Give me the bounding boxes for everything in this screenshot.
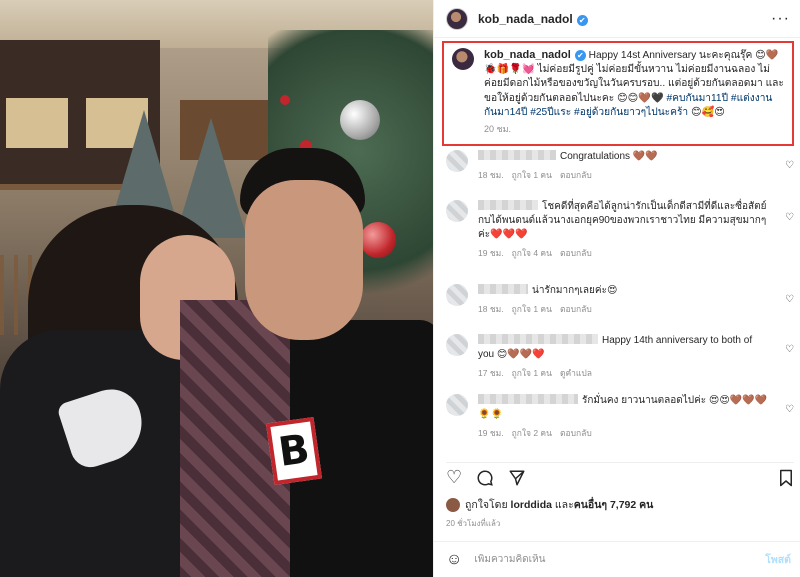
likes-prefix: ถูกใจโดย: [465, 499, 508, 511]
comment-reply-button[interactable]: ตอบกลับ: [560, 428, 592, 438]
emoji-smile-icon[interactable]: ☺: [446, 551, 462, 569]
photo-store-window: [6, 98, 68, 148]
comment-avatar[interactable]: [446, 394, 468, 416]
comment-item: น่ารักมากๆเลยค่ะ😍 18 ชม. ถูกใจ 1 คน ตอบกลั…: [446, 284, 796, 326]
comment-text: น่ารักมากๆเลยค่ะ😍: [532, 285, 618, 296]
verified-badge-icon: ✔: [576, 14, 588, 26]
likes-user[interactable]: lorddida: [511, 499, 552, 511]
caption-username[interactable]: kob_nada_nadol: [484, 49, 571, 61]
like-comment-heart-icon[interactable]: ♡: [785, 344, 794, 355]
add-comment-input[interactable]: [474, 554, 766, 565]
comment-time: 19 ชม.: [478, 248, 504, 258]
blurred-username[interactable]: [478, 200, 538, 210]
comment-item: รักมั่นคง ยาวนานตลอดไปค่ะ 😍😍🤎🤎🤎🌻🌻 19 ชม.…: [446, 394, 796, 450]
photo-red-bauble: [360, 222, 396, 258]
comment-likes[interactable]: ถูกใจ 2 คน: [512, 428, 552, 438]
header-username[interactable]: kob_nada_nadol ✔: [478, 12, 588, 26]
caption-tail-emoji: 😊🥰😍: [691, 106, 725, 118]
comment-time: 18 ชม.: [478, 170, 504, 180]
comment-list: Congratulations 🤎🤎 18 ชม. ถูกใจ 1 คน ตอบกล…: [446, 150, 796, 450]
verified-badge-icon: ✔: [574, 50, 586, 61]
post-comment-button[interactable]: โพสต์: [765, 551, 791, 568]
action-bar: ♡: [446, 462, 794, 488]
more-options-icon[interactable]: ···: [771, 10, 790, 28]
comment-bubble-icon[interactable]: [476, 469, 494, 487]
comment-likes[interactable]: ถูกใจ 1 คน: [512, 368, 552, 378]
blurred-username[interactable]: [478, 150, 556, 160]
comment-reply-button[interactable]: ตอบกลับ: [560, 304, 592, 314]
liker-avatar[interactable]: [446, 497, 460, 512]
post-side-panel: kob_nada_nadol ✔ ··· kob_nada_nadol ✔ Happ…: [433, 0, 800, 577]
hashtag-link[interactable]: #คบกันมา11ปี: [667, 93, 729, 104]
bookmark-icon[interactable]: [778, 469, 794, 487]
blurred-username[interactable]: [478, 284, 528, 294]
comment-avatar[interactable]: [446, 284, 468, 306]
comment-avatar[interactable]: [446, 200, 468, 222]
likes-and: และ: [554, 499, 574, 511]
header-username-text[interactable]: kob_nada_nadol: [478, 12, 573, 26]
like-comment-heart-icon[interactable]: ♡: [785, 294, 794, 305]
comment-likes[interactable]: ถูกใจ 4 คน: [512, 248, 552, 258]
likes-summary[interactable]: ถูกใจโดย lorddida และ คนอื่นๆ 7,792 คน: [446, 496, 653, 513]
comment-time: 17 ชม.: [478, 368, 504, 378]
caption-avatar[interactable]: [452, 48, 474, 70]
hashtag-link[interactable]: #อยู่ด้วยกันยาวๆไปนะคร้า: [574, 107, 688, 118]
likes-others[interactable]: คนอื่นๆ 7,792 คน: [574, 496, 654, 513]
comment-time: 19 ชม.: [478, 428, 504, 438]
photo-jacket-logo: B: [265, 416, 323, 486]
like-heart-icon[interactable]: ♡: [446, 467, 462, 488]
comment-reply-button[interactable]: ตอบกลับ: [560, 248, 592, 258]
comment-translate-button[interactable]: ดูคำแปล: [560, 368, 592, 378]
comment-item: โชคดีที่สุดคือได้ลูกน่ารักเป็นเด็กดีสามี…: [446, 200, 796, 284]
comment-avatar[interactable]: [446, 334, 468, 356]
caption-line1: Happy 14st Anniversary นะคะคุณรุ๊ค 😊🤎: [588, 50, 779, 61]
photo-disco-ball: [340, 100, 380, 140]
comment-reply-button[interactable]: ตอบกลับ: [560, 170, 592, 180]
posted-ago: 20 ชั่วโมงที่แล้ว: [446, 519, 501, 528]
like-comment-heart-icon[interactable]: ♡: [785, 404, 794, 415]
caption-body: kob_nada_nadol ✔ Happy 14st Anniversary น…: [484, 48, 784, 144]
comment-avatar[interactable]: [446, 150, 468, 172]
comment-likes[interactable]: ถูกใจ 1 คน: [512, 304, 552, 314]
add-comment-bar: ☺ โพสต์: [434, 541, 800, 577]
post-window: B kob_nada_nadol ✔ ··· kob_nada_nadol ✔ Ha…: [0, 0, 800, 577]
photo-red-berry: [280, 95, 290, 105]
comment-item: Congratulations 🤎🤎 18 ชม. ถูกใจ 1 คน ตอบกล…: [446, 150, 796, 192]
share-paper-plane-icon[interactable]: [508, 469, 526, 487]
comment-likes[interactable]: ถูกใจ 1 คน: [512, 170, 552, 180]
caption-time: 20 ชม.: [484, 124, 512, 135]
blurred-username[interactable]: [478, 394, 578, 404]
caption-highlight-box: kob_nada_nadol ✔ Happy 14st Anniversary น…: [442, 41, 794, 146]
avatar[interactable]: [446, 7, 468, 30]
comment-text: Congratulations 🤎🤎: [560, 151, 658, 162]
post-photo[interactable]: B: [0, 0, 433, 577]
like-comment-heart-icon[interactable]: ♡: [785, 160, 794, 171]
photo-man-face: [245, 180, 363, 340]
blurred-username[interactable]: [478, 334, 598, 344]
post-header: kob_nada_nadol ✔ ···: [434, 0, 800, 38]
comment-item: Happy 14th anniversary to both of you 😊🤎…: [446, 334, 796, 390]
hashtag-link[interactable]: #25ปีแระ: [530, 107, 571, 118]
comment-time: 18 ชม.: [478, 304, 504, 314]
like-comment-heart-icon[interactable]: ♡: [785, 212, 794, 223]
